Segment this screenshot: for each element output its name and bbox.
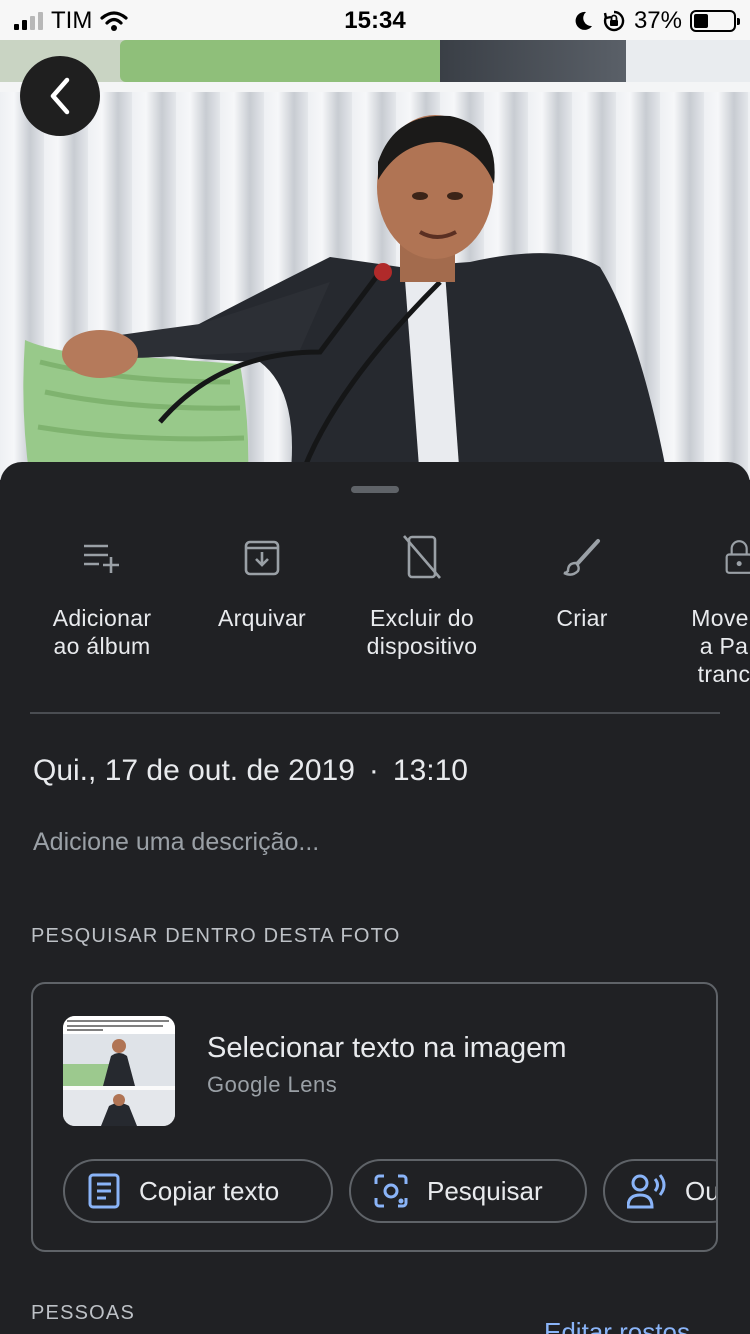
people-section-heading: PESSOAS <box>31 1302 135 1324</box>
chevron-left-icon <box>50 77 70 115</box>
playlist-add-icon <box>84 544 119 573</box>
add-to-album-button[interactable]: Adicionar ao álbum <box>17 532 187 660</box>
copy-text-chip[interactable]: Copiar texto <box>63 1159 333 1223</box>
lens-thumbnail <box>63 1016 175 1126</box>
details-sheet[interactable]: Adicionar ao álbum Arquivar Excluir do d… <box>0 462 750 1334</box>
archive-button[interactable]: Arquivar <box>177 532 347 632</box>
datetime-separator: · <box>368 754 379 787</box>
sheet-drag-handle[interactable] <box>351 486 399 493</box>
listen-chip[interactable]: Ou <box>603 1159 718 1223</box>
lock-icon <box>725 540 750 574</box>
moon-icon <box>575 11 592 30</box>
battery-percent: 37% <box>633 7 682 34</box>
status-bar: TIM 15:34 37% <box>0 0 750 40</box>
battery-icon <box>690 10 740 32</box>
copy-text-label: Copiar texto <box>139 1175 280 1206</box>
delete-from-device-button[interactable]: Excluir do dispositivo <box>337 532 507 660</box>
document-text-icon <box>88 1173 120 1209</box>
description-input[interactable]: Adicione uma descrição... <box>33 828 319 857</box>
photo-time: 13:10 <box>392 754 468 787</box>
record-voice-icon <box>627 1174 666 1209</box>
action-bar: Adicionar ao álbum Arquivar Excluir do d… <box>0 532 750 692</box>
phone-off-icon <box>403 535 441 579</box>
edit-faces-link[interactable]: Editar rostos <box>544 1317 690 1334</box>
lens-card-title: Selecionar texto na imagem <box>207 1032 567 1064</box>
archive-icon <box>244 540 280 576</box>
photo-datetime[interactable]: Qui., 17 de out. de 2019 · 13:10 <box>33 754 468 788</box>
back-button[interactable] <box>20 56 100 136</box>
photo-viewer[interactable] <box>0 0 750 480</box>
search-chip[interactable]: Pesquisar <box>349 1159 587 1223</box>
create-button[interactable]: Criar <box>497 532 667 632</box>
search-label: Pesquisar <box>427 1175 543 1206</box>
lens-search-icon <box>374 1174 408 1208</box>
orientation-lock-icon <box>603 10 625 32</box>
create-label: Criar <box>556 605 608 631</box>
photo-previous-frame <box>0 40 750 82</box>
add-to-album-label: Adicionar ao álbum <box>52 605 152 659</box>
photo-subject <box>23 115 668 480</box>
photo-date: Qui., 17 de out. de 2019 <box>33 754 355 787</box>
move-to-locked-folder-button[interactable]: Mover a Pa tranc <box>657 532 750 688</box>
archive-label: Arquivar <box>217 605 307 631</box>
search-section-heading: PESQUISAR DENTRO DESTA FOTO <box>31 925 401 947</box>
google-lens-card[interactable]: Selecionar texto na imagem Google Lens C… <box>31 982 718 1252</box>
listen-label: Ou <box>685 1175 718 1206</box>
lens-card-subtitle: Google Lens <box>207 1072 338 1097</box>
move-to-locked-folder-label: Mover a Pa tranc <box>691 605 750 687</box>
divider <box>30 712 720 714</box>
delete-from-device-label: Excluir do dispositivo <box>366 605 478 659</box>
brush-icon <box>563 539 600 576</box>
